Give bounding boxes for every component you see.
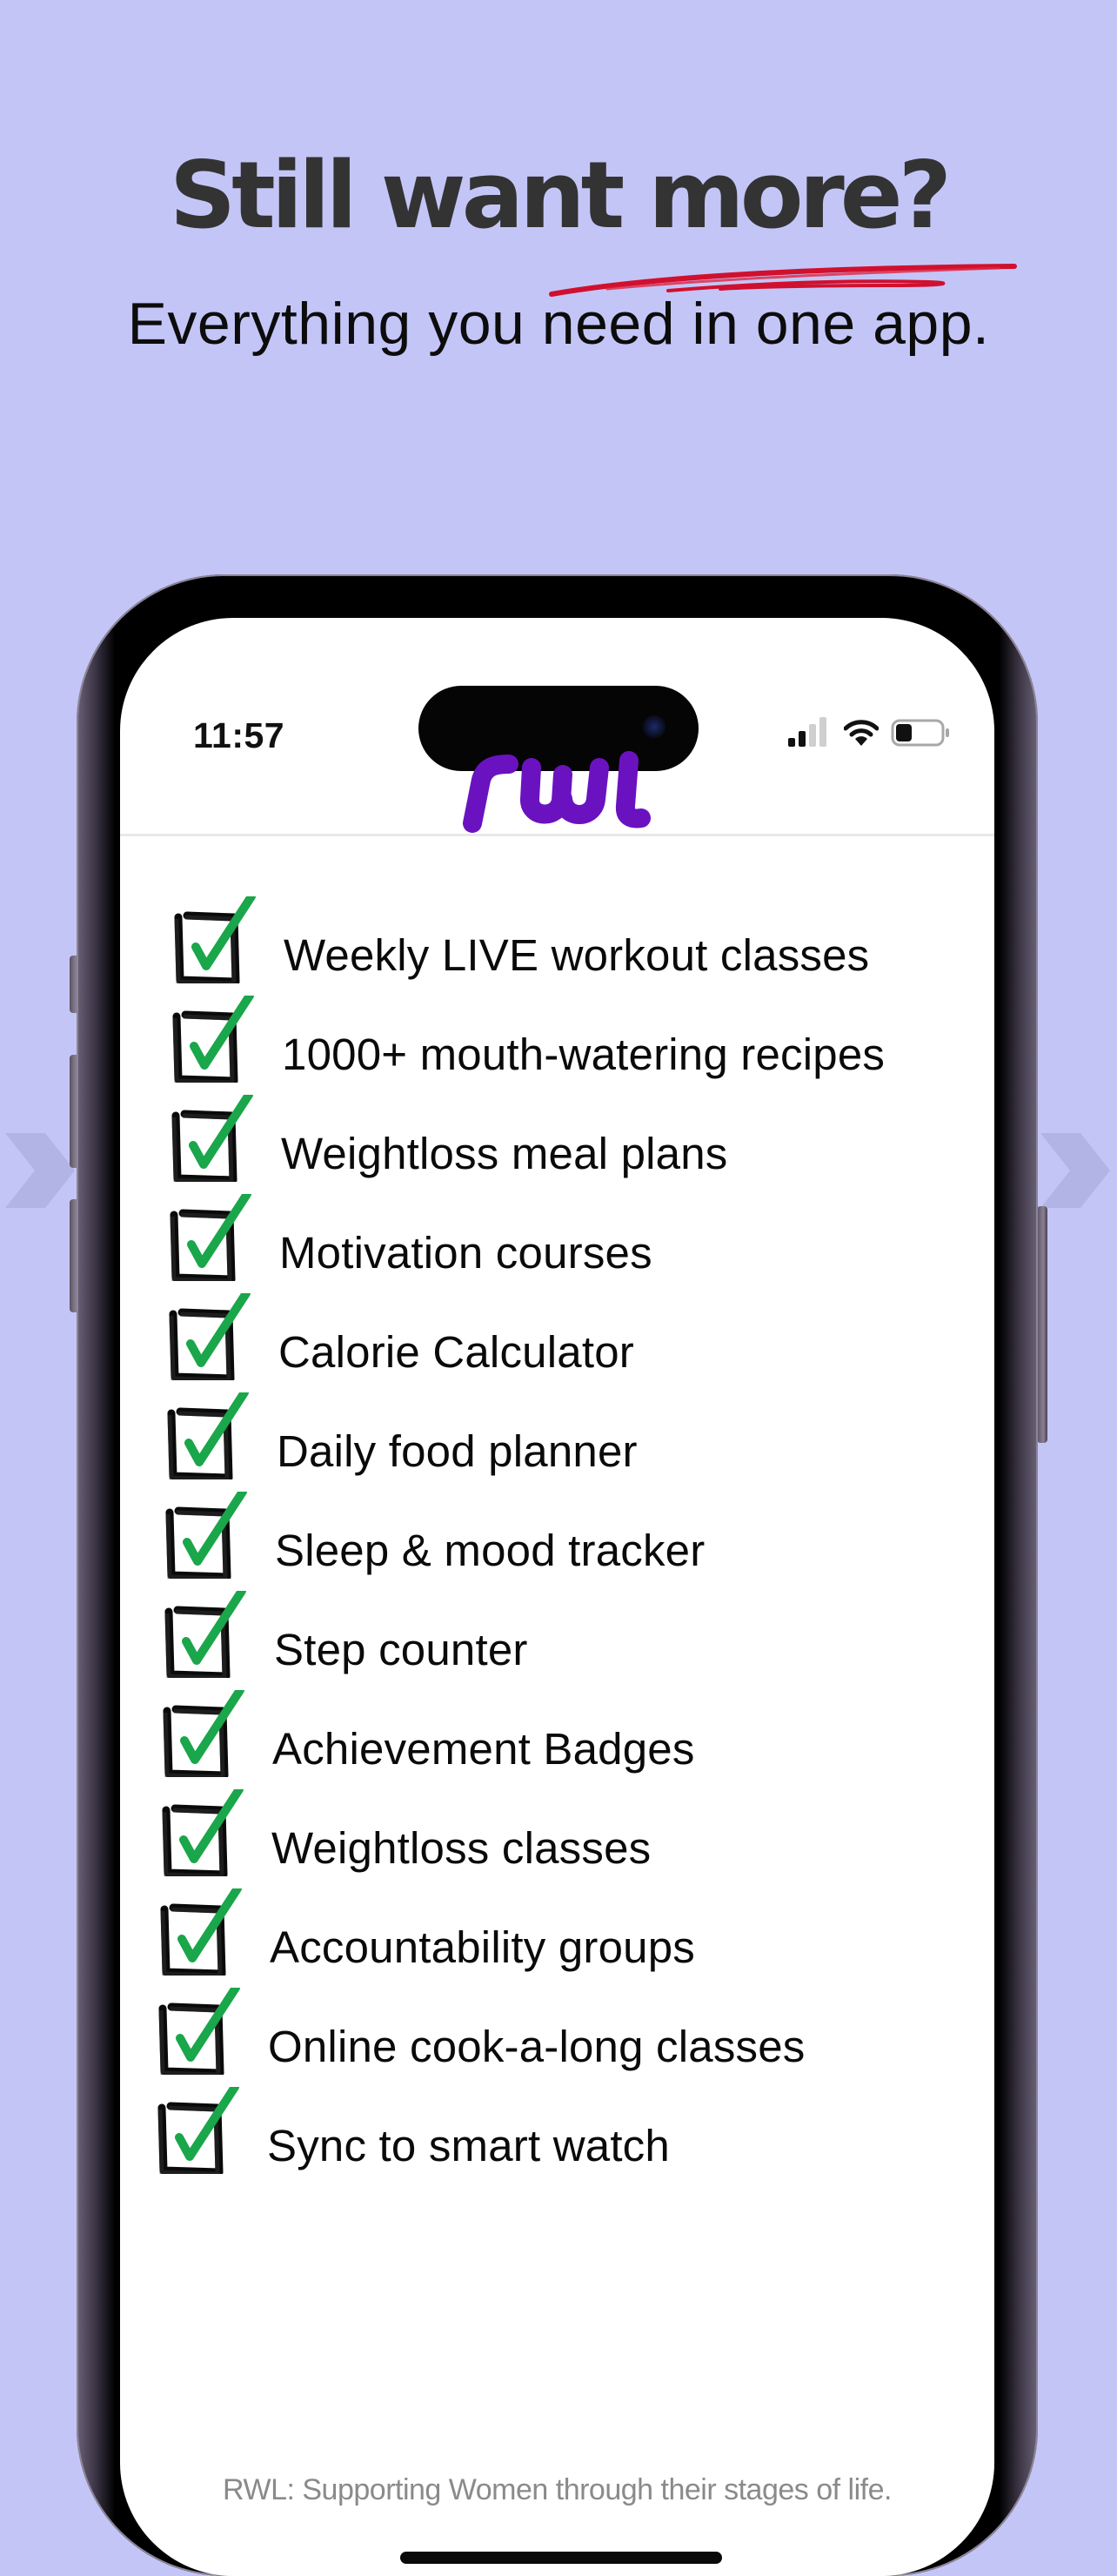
feature-item: Achievement Badges xyxy=(120,1690,994,1789)
feature-label: Motivation courses xyxy=(279,1228,652,1278)
checked-box-icon xyxy=(169,1293,251,1380)
feature-label: Calorie Calculator xyxy=(278,1327,634,1377)
checked-box-icon xyxy=(172,996,254,1083)
feature-label: Achievement Badges xyxy=(272,1724,695,1774)
feature-label: Weightloss classes xyxy=(271,1823,652,1873)
checked-box-icon xyxy=(163,1690,244,1777)
chevron-right-icon[interactable] xyxy=(1040,1133,1110,1208)
feature-label: Online cook-a-long classes xyxy=(268,2022,806,2071)
checked-box-icon xyxy=(170,1194,251,1281)
battery-icon xyxy=(891,719,949,747)
feature-label: Daily food planner xyxy=(277,1426,638,1476)
feature-label: Step counter xyxy=(274,1625,528,1674)
feature-label: Sync to smart watch xyxy=(267,2121,670,2170)
feature-item: Weightloss meal plans xyxy=(120,1095,994,1194)
promo-subheadline: Everything you need in one app. xyxy=(127,291,990,357)
front-camera-icon xyxy=(643,715,666,738)
feature-label: Sleep & mood tracker xyxy=(275,1526,706,1575)
chevron-left-icon[interactable] xyxy=(5,1133,75,1208)
status-icons xyxy=(786,715,952,750)
feature-item: Weightloss classes xyxy=(120,1789,994,1888)
phone-frame: 11:57 Weekly LIVE workout classes 1000+ … xyxy=(77,574,1038,2576)
checked-box-icon xyxy=(158,1988,240,2075)
home-indicator[interactable] xyxy=(400,2552,722,2564)
checked-box-icon xyxy=(157,2087,239,2174)
feature-item: Sync to smart watch xyxy=(120,2087,994,2186)
feature-label: Accountability groups xyxy=(270,1922,695,1972)
feature-label: Weightloss meal plans xyxy=(281,1129,728,1178)
feature-item: Motivation courses xyxy=(120,1194,994,1293)
feature-item: Online cook-a-long classes xyxy=(120,1988,994,2087)
promo-headline: Still want more? xyxy=(169,142,952,249)
app-tagline: RWL: Supporting Women through their stag… xyxy=(223,2473,892,2506)
phone-screen: 11:57 Weekly LIVE workout classes 1000+ … xyxy=(120,618,994,2576)
wifi-icon xyxy=(844,720,879,746)
feature-item: 1000+ mouth-watering recipes xyxy=(120,996,994,1095)
checked-box-icon xyxy=(165,1492,247,1579)
battery-level-fill xyxy=(896,724,912,741)
status-time: 11:57 xyxy=(193,715,285,755)
cellular-signal-icon xyxy=(788,717,826,747)
feature-item: Daily food planner xyxy=(120,1392,994,1492)
feature-item: Accountability groups xyxy=(120,1888,994,1988)
phone-power-button xyxy=(1037,1206,1047,1443)
checked-box-icon xyxy=(171,1095,253,1182)
feature-item: Weekly LIVE workout classes xyxy=(120,896,994,996)
feature-label: Weekly LIVE workout classes xyxy=(284,930,870,980)
signal-bar xyxy=(788,738,795,747)
feature-item: Step counter xyxy=(120,1591,994,1690)
feature-item: Sleep & mood tracker xyxy=(120,1492,994,1591)
checked-box-icon xyxy=(160,1888,242,1976)
header-divider xyxy=(120,834,994,836)
checked-box-icon xyxy=(174,896,256,983)
checked-box-icon xyxy=(164,1591,246,1678)
signal-bar xyxy=(799,731,806,747)
feature-item: Calorie Calculator xyxy=(120,1293,994,1392)
checked-box-icon xyxy=(167,1392,249,1479)
rwl-logo xyxy=(463,751,651,833)
signal-bar xyxy=(809,724,816,747)
checked-box-icon xyxy=(162,1789,244,1876)
feature-label: 1000+ mouth-watering recipes xyxy=(282,1030,886,1079)
signal-bar xyxy=(819,717,826,747)
